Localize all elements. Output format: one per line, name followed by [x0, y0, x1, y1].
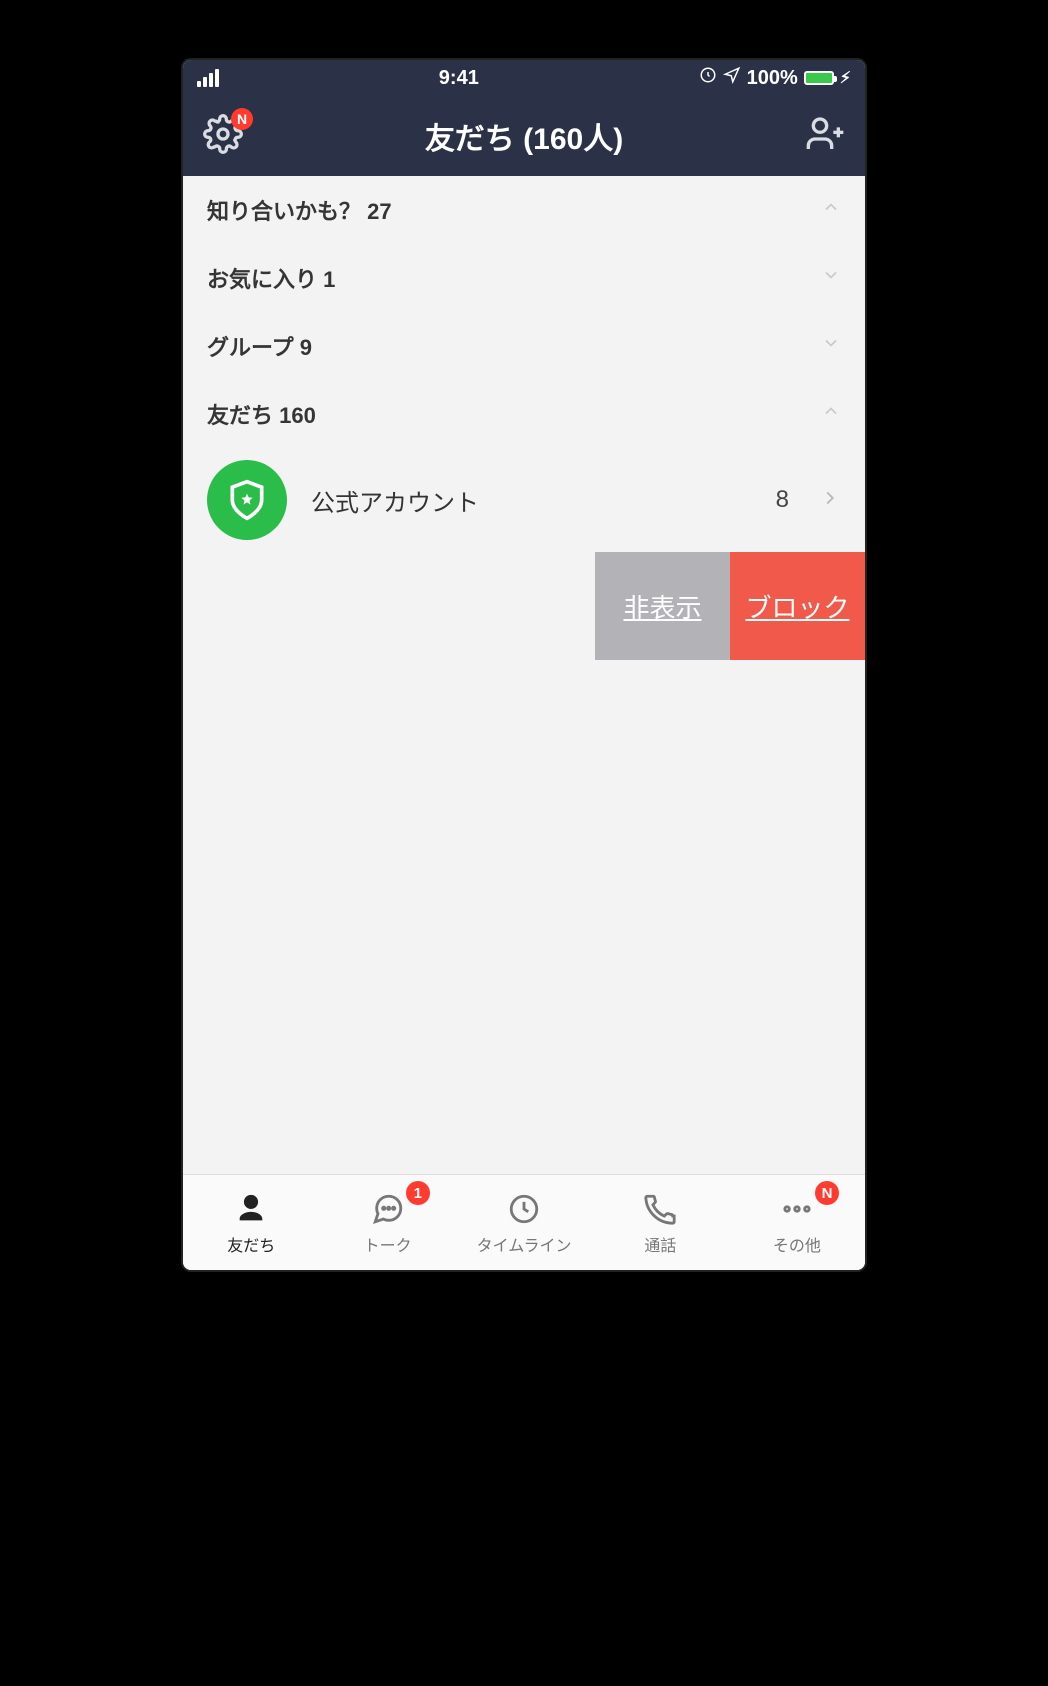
swipe-actions: 非表示 ブロック: [183, 552, 865, 660]
block-button[interactable]: ブロック: [730, 552, 865, 660]
row-label: 公式アカウント: [311, 483, 752, 518]
add-friend-button[interactable]: [805, 114, 845, 159]
tab-badge: 1: [406, 1181, 430, 1205]
block-label: ブロック: [745, 588, 849, 625]
settings-badge: N: [231, 108, 253, 130]
row-count: 8: [776, 486, 789, 514]
friends-list[interactable]: 知り合いかも？ 27 お気に入り 1 グループ 9 友だち 160: [183, 176, 865, 1174]
settings-button[interactable]: N: [203, 114, 243, 159]
signal-icon: [197, 69, 219, 87]
chevron-down-icon: [821, 265, 841, 291]
tab-more[interactable]: その他 N: [729, 1175, 865, 1270]
tab-label: タイムライン: [477, 1232, 572, 1256]
rotation-lock-icon: [699, 66, 717, 90]
phone-icon: [643, 1190, 677, 1228]
battery-icon: [804, 71, 834, 85]
phone-frame: 9:41 100% ⚡︎ N 友だち (160人): [183, 60, 865, 1270]
section-label: 友だち 160: [207, 398, 316, 430]
more-icon: [780, 1190, 814, 1228]
section-friends[interactable]: 友だち 160: [183, 380, 865, 448]
tab-label: 友だち: [227, 1232, 275, 1256]
hide-button[interactable]: 非表示: [595, 552, 730, 660]
section-label: 知り合いかも？ 27: [207, 194, 392, 226]
tab-timeline[interactable]: タイムライン: [456, 1175, 592, 1270]
clock-icon: [507, 1190, 541, 1228]
status-right: 100% ⚡︎: [699, 66, 851, 90]
tab-label: 通話: [644, 1232, 676, 1256]
tab-bar: 友だち トーク 1 タイムライン 通話 その他 N: [183, 1174, 865, 1270]
section-label: お気に入り 1: [207, 262, 335, 294]
section-groups[interactable]: グループ 9: [183, 312, 865, 380]
hide-label: 非表示: [623, 588, 701, 625]
chevron-up-icon: [821, 401, 841, 427]
tab-badge: N: [815, 1181, 839, 1205]
tab-friends[interactable]: 友だち: [183, 1175, 319, 1270]
chevron-down-icon: [821, 333, 841, 359]
tab-label: トーク: [364, 1232, 412, 1256]
row-official-accounts[interactable]: 公式アカウント 8: [183, 448, 865, 552]
page-title: 友だち (160人): [425, 114, 623, 158]
section-label: グループ 9: [207, 330, 312, 362]
tab-label: その他: [773, 1232, 821, 1256]
tab-talk[interactable]: トーク 1: [319, 1175, 455, 1270]
tab-call[interactable]: 通話: [592, 1175, 728, 1270]
chat-icon: [371, 1190, 405, 1228]
charging-icon: ⚡︎: [840, 68, 851, 88]
status-bar: 9:41 100% ⚡︎: [183, 60, 865, 96]
shield-star-icon: [207, 460, 287, 540]
chevron-up-icon: [821, 197, 841, 223]
section-favorites[interactable]: お気に入り 1: [183, 244, 865, 312]
section-suggestions[interactable]: 知り合いかも？ 27: [183, 176, 865, 244]
status-time: 9:41: [439, 67, 479, 90]
chevron-right-icon: [819, 487, 841, 514]
status-left: [197, 69, 219, 87]
person-icon: [234, 1190, 268, 1228]
battery-percent: 100%: [747, 67, 798, 90]
app-header: N 友だち (160人): [183, 96, 865, 176]
location-icon: [723, 66, 741, 90]
